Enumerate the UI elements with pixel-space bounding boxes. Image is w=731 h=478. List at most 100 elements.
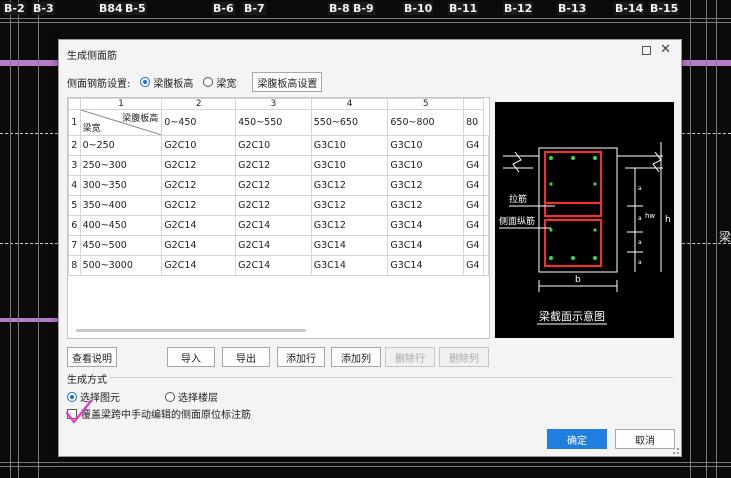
- table-cell[interactable]: G4: [463, 175, 484, 196]
- table-cell[interactable]: 250~300: [79, 155, 163, 176]
- table-cell[interactable]: G3C12: [310, 215, 389, 236]
- table-cell[interactable]: G3C12: [310, 175, 389, 196]
- add-column-button[interactable]: 添加列: [331, 347, 381, 367]
- column-number[interactable]: 3: [235, 98, 312, 110]
- table-row[interactable]: 8 500~3000 G2C14 G2C14 G3C14 G3C14 G4: [68, 255, 489, 276]
- table-cell[interactable]: G3C10: [310, 155, 389, 176]
- row-number[interactable]: 4: [68, 175, 81, 196]
- table-cell[interactable]: G4: [463, 215, 484, 236]
- table-cell[interactable]: 650~800: [387, 109, 465, 136]
- radio-label: 梁腹板高: [153, 78, 194, 90]
- table-cell[interactable]: G2C12: [161, 195, 237, 216]
- table-cell[interactable]: G4: [463, 135, 484, 156]
- table-cell[interactable]: G3C14: [310, 255, 389, 276]
- section-preview: 拉筋 侧面纵筋 b h hw a a a a 梁截面示意图: [495, 102, 674, 338]
- delete-column-button[interactable]: 删除列: [439, 347, 489, 367]
- column-number[interactable]: 2: [161, 98, 237, 110]
- table-cell[interactable]: G2C14: [161, 235, 237, 256]
- table-cell[interactable]: 80: [463, 109, 484, 136]
- table-row[interactable]: 6 400~450 G2C14 G2C14 G3C12 G3C14 G4: [68, 215, 489, 236]
- import-button[interactable]: 导入: [167, 347, 215, 367]
- web-height-settings-button[interactable]: 梁腹板高设置: [252, 72, 323, 92]
- column-number[interactable]: 1: [79, 98, 163, 110]
- delete-row-button[interactable]: 删除行: [385, 347, 435, 367]
- table-row[interactable]: 4 300~350 G2C12 G2C12 G3C12 G3C12 G4: [68, 175, 489, 196]
- column-number-row: 1 2 3 4 5: [68, 98, 489, 110]
- table-cell[interactable]: 450~550: [235, 109, 312, 136]
- table-cell[interactable]: G2C14: [235, 255, 312, 276]
- table-cell[interactable]: G3C14: [387, 235, 465, 256]
- rebar-table[interactable]: 1 2 3 4 5 1 梁腹板高 梁宽 0~450 450~550 550~65…: [67, 97, 490, 339]
- table-cell[interactable]: G2C12: [235, 195, 312, 216]
- export-button[interactable]: 导出: [222, 347, 270, 367]
- table-cell[interactable]: 550~650: [310, 109, 389, 136]
- horizontal-scrollbar[interactable]: [76, 329, 306, 332]
- table-cell[interactable]: G2C14: [161, 255, 237, 276]
- help-button[interactable]: 查看说明: [67, 347, 117, 367]
- table-cell[interactable]: G4: [463, 235, 484, 256]
- row-number[interactable]: 7: [68, 235, 81, 256]
- maximize-button[interactable]: [642, 46, 651, 55]
- table-cell[interactable]: G2C12: [161, 155, 237, 176]
- axis-label: B-5: [124, 2, 147, 15]
- radio-select-floor[interactable]: 选择楼层: [165, 389, 218, 404]
- add-row-button[interactable]: 添加行: [277, 347, 325, 367]
- table-cell[interactable]: G3C12: [310, 195, 389, 216]
- preview-caption: 梁截面示意图: [539, 309, 605, 323]
- cancel-button[interactable]: 取消: [615, 429, 675, 449]
- table-row[interactable]: 7 450~500 G2C14 G2C14 G3C14 G3C14 G4: [68, 235, 489, 256]
- table-cell[interactable]: 500~3000: [79, 255, 163, 276]
- table-cell[interactable]: 450~500: [79, 235, 163, 256]
- table-cell[interactable]: G2C14: [235, 235, 312, 256]
- table-cell[interactable]: G4: [463, 155, 484, 176]
- row-number[interactable]: 3: [68, 155, 81, 176]
- table-cell[interactable]: 400~450: [79, 215, 163, 236]
- ok-button[interactable]: 确定: [547, 429, 607, 449]
- radio-beam-width[interactable]: 梁宽: [203, 75, 236, 90]
- table-cell[interactable]: G3C14: [387, 215, 465, 236]
- table-cell[interactable]: G3C14: [310, 235, 389, 256]
- column-number[interactable]: 5: [387, 98, 465, 110]
- override-checkbox-row[interactable]: 覆盖梁跨中手动编辑的侧面原位标注筋: [67, 406, 251, 421]
- radio-off-icon[interactable]: [203, 77, 214, 87]
- table-cell[interactable]: G2C10: [161, 135, 237, 156]
- table-cell[interactable]: 0~450: [161, 109, 237, 136]
- row-number[interactable]: 1: [68, 109, 81, 136]
- table-cell[interactable]: G3C12: [387, 195, 465, 216]
- table-row[interactable]: 5 350~400 G2C12 G2C12 G3C12 G3C12 G4: [68, 195, 489, 216]
- table-row[interactable]: 3 250~300 G2C12 G2C12 G3C10 G3C10 G4: [68, 155, 489, 176]
- row-number[interactable]: 8: [68, 255, 81, 276]
- table-cell[interactable]: G2C14: [161, 215, 237, 236]
- close-button[interactable]: ✕: [660, 42, 671, 57]
- cad-side-text: 梁: [718, 230, 731, 244]
- radio-label: 选择楼层: [178, 393, 218, 404]
- table-cell[interactable]: 0~250: [79, 135, 163, 156]
- radio-on-icon[interactable]: [140, 77, 151, 87]
- table-row[interactable]: 2 0~250 G2C10 G2C10 G3C10 G3C10 G4: [68, 135, 489, 156]
- table-cell[interactable]: G3C12: [387, 175, 465, 196]
- row-number[interactable]: 2: [68, 135, 81, 156]
- row-number[interactable]: 6: [68, 215, 81, 236]
- table-cell[interactable]: G2C14: [235, 215, 312, 236]
- radio-web-height[interactable]: 梁腹板高: [140, 75, 193, 90]
- table-cell[interactable]: G4: [463, 195, 484, 216]
- diagonal-header-cell[interactable]: 梁腹板高 梁宽: [79, 109, 163, 136]
- table-cell[interactable]: 300~350: [79, 175, 163, 196]
- table-cell[interactable]: G3C14: [387, 255, 465, 276]
- table-cell[interactable]: G4: [463, 255, 484, 276]
- table-cell[interactable]: G3C10: [387, 155, 465, 176]
- resize-grip[interactable]: [673, 448, 679, 454]
- column-number[interactable]: 4: [310, 98, 389, 110]
- table-cell[interactable]: 350~400: [79, 195, 163, 216]
- table-cell[interactable]: G2C10: [235, 135, 312, 156]
- table-cell[interactable]: G3C10: [387, 135, 465, 156]
- table-cell[interactable]: G2C12: [235, 155, 312, 176]
- table-cell[interactable]: G2C12: [235, 175, 312, 196]
- table-cell[interactable]: G2C12: [161, 175, 237, 196]
- radio-off-icon[interactable]: [165, 391, 175, 402]
- label-side: 侧面纵筋: [499, 215, 535, 227]
- row-number[interactable]: 5: [68, 195, 81, 216]
- table-header-row: 1 梁腹板高 梁宽 0~450 450~550 550~650 650~800 …: [68, 109, 489, 136]
- label-h: h: [665, 215, 671, 225]
- table-cell[interactable]: G3C10: [310, 135, 389, 156]
